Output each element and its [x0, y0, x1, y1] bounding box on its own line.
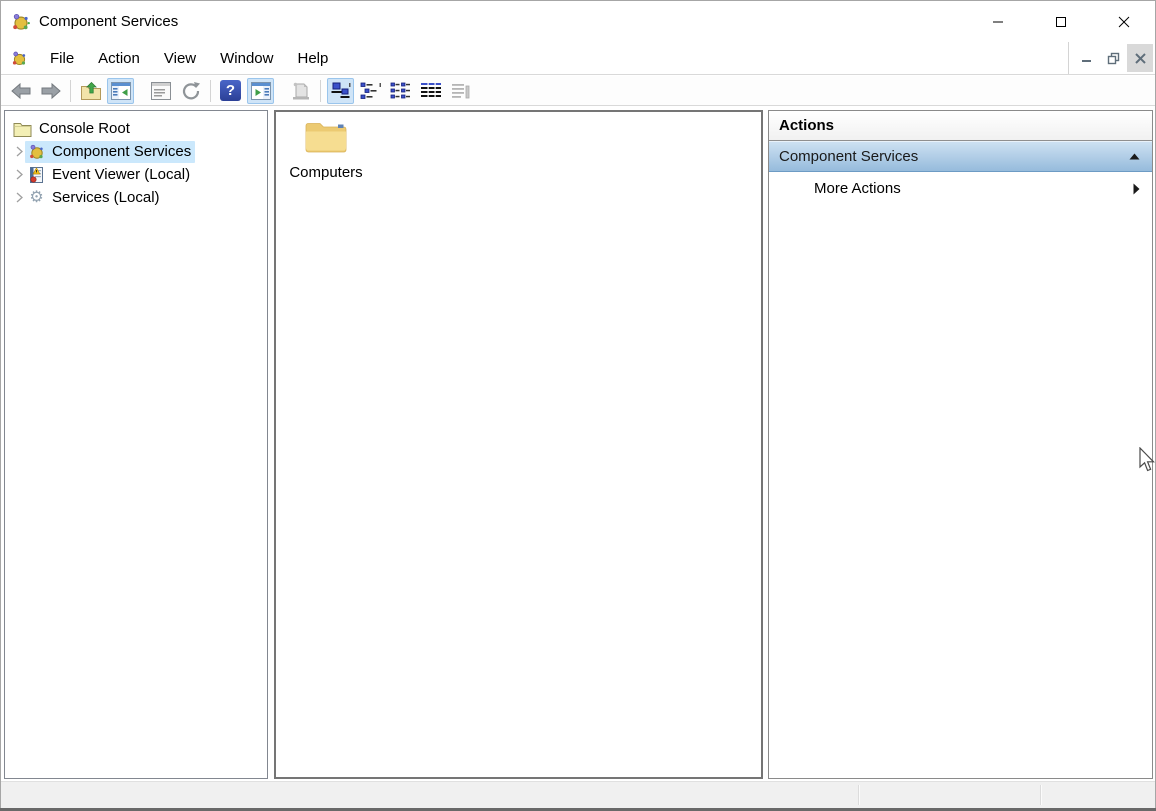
menu-window[interactable]: Window: [208, 44, 285, 73]
show-hide-console-tree-button[interactable]: [107, 78, 134, 104]
component-services-com-icon: [11, 50, 28, 67]
status-bar-divider: [1040, 785, 1041, 805]
more-actions-label: More Actions: [814, 180, 1133, 197]
show-hide-action-pane-button[interactable]: [247, 78, 274, 104]
back-arrow-icon: [10, 80, 32, 102]
console-tree-icon: [111, 82, 131, 100]
restore-icon: [1107, 52, 1120, 65]
close-icon: [1135, 53, 1146, 64]
details-view-button[interactable]: [417, 78, 444, 104]
actions-title-label: Actions: [779, 117, 834, 134]
menu-bar: File Action View Window Help: [1, 42, 1155, 75]
close-button[interactable]: [1092, 1, 1155, 42]
forward-arrow-icon: [40, 80, 62, 102]
tree-item-console-root[interactable]: Console Root: [5, 117, 267, 140]
menu-view[interactable]: View: [152, 44, 208, 73]
title-bar: Component Services: [1, 1, 1155, 42]
tree-item-label: Services (Local): [52, 189, 160, 206]
folder-up-icon: [80, 80, 102, 102]
tree-item-label: Event Viewer (Local): [52, 166, 190, 183]
console-tree-panel: Console Root Component Services: [4, 110, 268, 779]
small-icons-view-icon: [360, 81, 382, 101]
large-icons-view-button[interactable]: [327, 78, 354, 104]
new-window-page-icon: [291, 81, 311, 101]
refresh-button[interactable]: [177, 78, 204, 104]
actions-section-label: Component Services: [779, 148, 1129, 165]
mdi-restore-button[interactable]: [1100, 44, 1126, 72]
minimize-icon: [992, 16, 1004, 28]
services-gear-icon: ⚙: [27, 189, 46, 207]
results-panel: Computers: [274, 110, 763, 779]
maximize-button[interactable]: [1029, 1, 1092, 42]
minimize-button[interactable]: [966, 1, 1029, 42]
toolbar: ?: [1, 76, 1155, 106]
mdi-close-button[interactable]: [1127, 44, 1153, 72]
export-list-icon: [450, 81, 472, 101]
new-window-button[interactable]: [287, 78, 314, 104]
tree-item-label: Component Services: [52, 143, 191, 160]
mdi-window-controls: [1068, 42, 1154, 74]
tree-item-label: Console Root: [39, 120, 130, 137]
tree-item-services[interactable]: ⚙ Services (Local): [5, 186, 267, 209]
component-services-com-icon: [27, 143, 46, 161]
menu-action[interactable]: Action: [86, 44, 152, 73]
toolbar-separator: [320, 80, 321, 102]
large-icons-view-icon: [330, 81, 352, 101]
properties-window-icon: [151, 82, 171, 100]
folder-icon: [13, 120, 32, 138]
actions-section-component-services[interactable]: Component Services: [769, 141, 1152, 172]
refresh-icon: [181, 81, 201, 101]
window-title: Component Services: [39, 13, 178, 30]
status-bar-divider: [858, 785, 859, 805]
status-bar: [1, 781, 1155, 808]
actions-item-more-actions[interactable]: More Actions: [769, 172, 1152, 205]
maximize-icon: [1055, 16, 1067, 28]
properties-button[interactable]: [147, 78, 174, 104]
actions-pane-title: Actions: [769, 111, 1152, 141]
tree-item-component-services[interactable]: Component Services: [5, 140, 267, 163]
back-button[interactable]: [7, 78, 34, 104]
minimize-icon: [1081, 53, 1092, 64]
export-list-button[interactable]: [447, 78, 474, 104]
mdi-minimize-button[interactable]: [1073, 44, 1099, 72]
tree-item-event-viewer[interactable]: Event Viewer (Local): [5, 163, 267, 186]
collapse-up-arrow-icon[interactable]: [1129, 153, 1140, 160]
menu-help[interactable]: Help: [285, 44, 340, 73]
component-services-com-icon: [11, 12, 31, 32]
details-view-icon: [420, 81, 442, 101]
submenu-right-arrow-icon: [1133, 183, 1140, 195]
toolbar-separator: [70, 80, 71, 102]
up-one-level-button[interactable]: [77, 78, 104, 104]
toolbar-separator: [210, 80, 211, 102]
list-view-button[interactable]: [387, 78, 414, 104]
component-services-window: Component Services File Action View W: [0, 0, 1156, 811]
event-viewer-icon: [27, 166, 46, 184]
list-view-icon: [390, 81, 412, 101]
actions-pane: Actions Component Services More Actions: [768, 110, 1153, 779]
folder-icon: [304, 118, 348, 156]
chevron-right-icon[interactable]: [13, 192, 25, 203]
chevron-right-icon[interactable]: [13, 169, 25, 180]
list-item-label: Computers: [289, 164, 362, 181]
small-icons-view-button[interactable]: [357, 78, 384, 104]
forward-button[interactable]: [37, 78, 64, 104]
chevron-right-icon[interactable]: [13, 146, 25, 157]
help-icon: ?: [220, 80, 241, 101]
close-icon: [1118, 16, 1130, 28]
list-item-computers[interactable]: Computers: [278, 118, 374, 181]
menu-file[interactable]: File: [38, 44, 86, 73]
action-pane-icon: [251, 82, 271, 100]
help-button[interactable]: ?: [217, 78, 244, 104]
